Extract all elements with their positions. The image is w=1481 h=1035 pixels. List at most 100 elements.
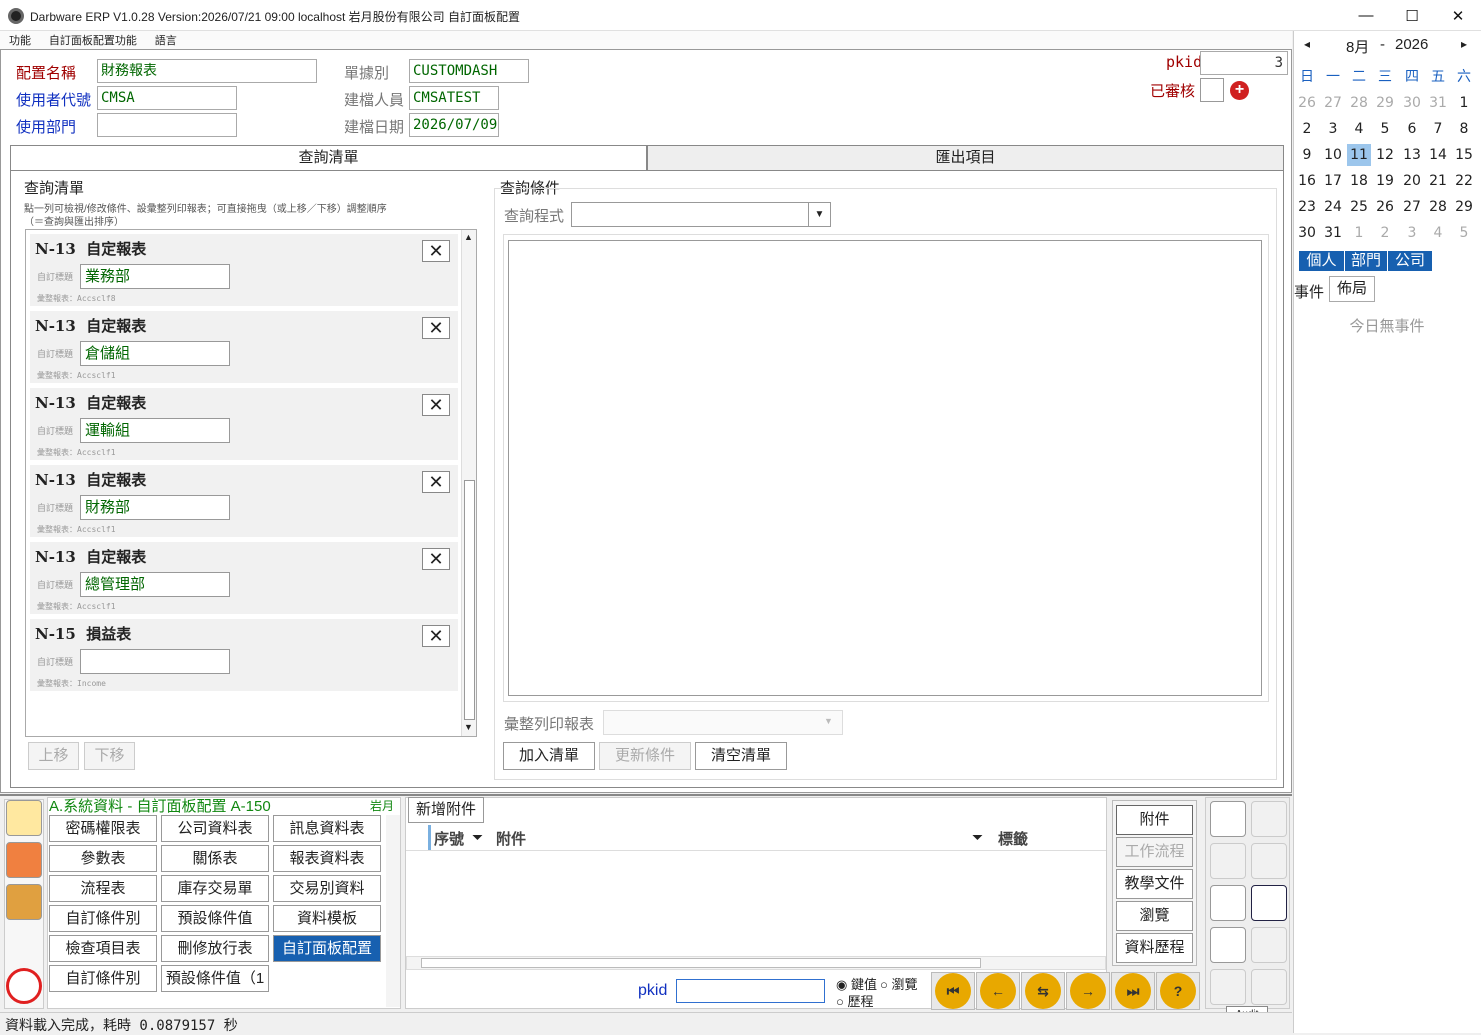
col-tag[interactable]: 標籤	[998, 828, 1028, 849]
calendar-day[interactable]: 23	[1295, 196, 1319, 218]
calendar-day[interactable]: 3	[1400, 222, 1424, 244]
calendar-day[interactable]: 14	[1426, 144, 1450, 166]
calendar-day[interactable]: 8	[1452, 118, 1476, 140]
radio-history[interactable]: ○ 歷程	[836, 991, 873, 1010]
calendar-day[interactable]: 30	[1400, 92, 1424, 114]
calendar-day[interactable]: 1	[1452, 92, 1476, 114]
module-nav-item[interactable]: 訊息資料表	[273, 815, 381, 842]
calendar-day[interactable]: 4	[1347, 118, 1371, 140]
last-record-button[interactable]: ⏭	[1111, 972, 1155, 1010]
calendar-day[interactable]: 20	[1400, 170, 1424, 192]
print-report-select[interactable]: ▼	[603, 710, 843, 735]
custom-title-input[interactable]	[80, 649, 230, 674]
module-nav-item[interactable]: 自訂條件別	[49, 905, 157, 932]
calendar-day[interactable]: 31	[1426, 92, 1450, 114]
module-nav-item[interactable]: 庫存交易單	[161, 875, 269, 902]
query-list-item[interactable]: N-13 自定報表 自訂標題 財務部 彙整報表：Accsclf1 ✕	[30, 465, 458, 537]
scroll-up-icon[interactable]: ▲	[464, 232, 473, 242]
insert-icon[interactable]	[1210, 843, 1246, 879]
module-nav-item[interactable]: 交易別資料	[273, 875, 381, 902]
scrollbar-thumb[interactable]	[464, 480, 475, 720]
upload-icon[interactable]	[6, 968, 42, 1004]
module-nav-item[interactable]: 預設條件值（1	[161, 965, 269, 992]
next-month-icon[interactable]: ▸	[1461, 37, 1467, 51]
clipboard-icon[interactable]	[1251, 885, 1287, 921]
calendar-day[interactable]: 15	[1452, 144, 1476, 166]
remove-item-button[interactable]: ✕	[422, 625, 450, 647]
col-file[interactable]: 附件	[496, 828, 526, 849]
calendar-day[interactable]: 4	[1426, 222, 1450, 244]
module-scrollbar[interactable]	[386, 815, 400, 1007]
custom-title-input[interactable]: 運輸組	[80, 418, 230, 443]
remove-item-button[interactable]: ✕	[422, 317, 450, 339]
calendar-day[interactable]: 29	[1373, 92, 1397, 114]
attachment-button[interactable]: 附件	[1116, 805, 1193, 835]
hscroll-thumb[interactable]	[421, 958, 981, 968]
module-nav-item[interactable]: 檢查項目表	[49, 935, 157, 962]
user-code-field[interactable]: CMSA	[97, 86, 237, 110]
calendar-day[interactable]: 12	[1373, 144, 1397, 166]
custom-title-input[interactable]: 財務部	[80, 495, 230, 520]
module-nav-item[interactable]: 關係表	[161, 845, 269, 872]
calendar-day[interactable]: 26	[1295, 92, 1319, 114]
module-nav-item[interactable]: 公司資料表	[161, 815, 269, 842]
custom-title-input[interactable]: 總管理部	[80, 572, 230, 597]
module-nav-item[interactable]: 刪修放行表	[161, 935, 269, 962]
help-button[interactable]: ?	[1156, 972, 1200, 1010]
remove-item-button[interactable]: ✕	[422, 548, 450, 570]
calendar-day[interactable]: 1	[1347, 222, 1371, 244]
module-nav-item[interactable]: 自訂條件別	[49, 965, 157, 992]
minimize-button[interactable]: —	[1343, 2, 1389, 29]
add-to-list-button[interactable]: 加入清單	[503, 742, 595, 770]
close-window-button[interactable]: ✕	[1435, 2, 1481, 29]
calendar-day[interactable]: 19	[1373, 170, 1397, 192]
first-record-button[interactable]: ⏮	[931, 972, 975, 1010]
calendar-day[interactable]: 7	[1426, 118, 1450, 140]
clear-list-button[interactable]: 清空清單	[695, 742, 787, 770]
calendar-day[interactable]: 26	[1373, 196, 1397, 218]
calendar-day[interactable]: 6	[1400, 118, 1424, 140]
menu-config-functions[interactable]: 自訂面板配置功能	[49, 32, 137, 50]
filter-company[interactable]: 公司	[1388, 251, 1432, 271]
scroll-down-icon[interactable]: ▼	[464, 722, 473, 732]
query-list-item[interactable]: N-13 自定報表 自訂標題 業務部 彙整報表：Accsclf8 ✕	[30, 234, 458, 306]
module-nav-item[interactable]: 參數表	[49, 845, 157, 872]
col-seq[interactable]: 序號	[434, 828, 464, 849]
add-icon[interactable]: +	[1230, 81, 1249, 100]
attach-pkid-input[interactable]	[676, 979, 825, 1003]
chevron-down-icon[interactable]: ▼	[808, 203, 830, 226]
custom-title-input[interactable]: 倉儲組	[80, 341, 230, 366]
layout-button[interactable]: 佈局	[1329, 276, 1375, 302]
edit-record-icon[interactable]	[1210, 885, 1246, 921]
filter-icon[interactable]: ⏷	[472, 829, 483, 846]
tab-add-attachment[interactable]: 新增附件	[408, 797, 484, 823]
calendar-day[interactable]: 13	[1400, 144, 1424, 166]
calendar-day[interactable]: 30	[1295, 222, 1319, 244]
approved-checkbox[interactable]	[1200, 78, 1224, 102]
calendar-day[interactable]: 17	[1321, 170, 1345, 192]
new-record-icon[interactable]	[1210, 801, 1246, 837]
calendar-day[interactable]: 5	[1452, 222, 1476, 244]
radio-browse[interactable]: ○ 瀏覽	[880, 974, 917, 993]
calendar-day[interactable]: 25	[1347, 196, 1371, 218]
module-nav-item[interactable]: 報表資料表	[273, 845, 381, 872]
custom-title-input[interactable]: 業務部	[80, 264, 230, 289]
flower-icon[interactable]	[6, 842, 42, 878]
print-icon[interactable]	[1251, 843, 1287, 879]
workflow-button[interactable]: 工作流程	[1116, 837, 1193, 867]
calendar-day[interactable]: 21	[1426, 170, 1450, 192]
calendar-day[interactable]: 11	[1347, 144, 1371, 166]
notes-icon[interactable]	[6, 800, 42, 836]
dept-field[interactable]	[97, 113, 237, 137]
ai-folder-icon[interactable]	[6, 884, 42, 920]
tab-query-list[interactable]: 查詢清單	[10, 145, 647, 171]
delete-record-icon[interactable]	[1210, 927, 1246, 963]
calendar-day[interactable]: 28	[1347, 92, 1371, 114]
browse-button[interactable]: 瀏覽	[1116, 901, 1193, 931]
calendar-year[interactable]: 2026	[1395, 36, 1428, 53]
next-record-button[interactable]: →	[1066, 972, 1110, 1010]
query-list-item[interactable]: N-15 損益表 自訂標題 彙整報表：Income ✕	[30, 619, 458, 691]
remove-item-button[interactable]: ✕	[422, 240, 450, 262]
undo-icon[interactable]	[1251, 969, 1287, 1005]
filter-icon[interactable]: ⏷	[972, 829, 983, 846]
